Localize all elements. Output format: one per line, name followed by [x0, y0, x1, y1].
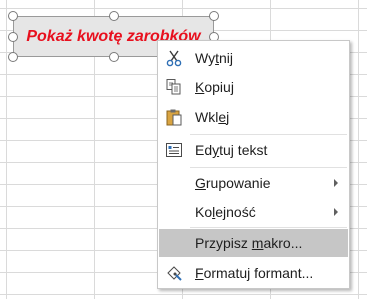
menu-item-format-control[interactable]: Formatuj formant...	[159, 259, 348, 287]
resize-handle-top-left[interactable]	[8, 11, 18, 21]
submenu-arrow-icon	[334, 179, 338, 187]
submenu-arrow-icon	[334, 208, 338, 216]
menu-item-format-control-label: Formatuj formant...	[195, 265, 314, 281]
resize-handle-top-center[interactable]	[109, 11, 119, 21]
menu-item-assign-macro[interactable]: Przypisz makro...	[159, 229, 348, 257]
menu-item-grouping[interactable]: Grupowanie	[159, 169, 348, 197]
menu-item-paste[interactable]: Wklej	[159, 103, 348, 131]
resize-handle-top-right[interactable]	[209, 11, 219, 21]
copy-icon	[163, 77, 185, 97]
menu-separator	[190, 134, 347, 135]
menu-item-grouping-label: Grupowanie	[195, 175, 271, 191]
context-menu: Wytnij Kopiuj Wklej Edytuj tekst Grupowa…	[157, 40, 350, 289]
menu-separator	[190, 227, 347, 228]
menu-item-assign-macro-label: Przypisz makro...	[195, 235, 303, 251]
menu-item-copy[interactable]: Kopiuj	[159, 73, 348, 101]
resize-handle-middle-left[interactable]	[8, 32, 18, 42]
menu-item-cut[interactable]: Wytnij	[159, 44, 348, 72]
format-control-icon	[163, 263, 185, 283]
menu-item-cut-label: Wytnij	[195, 50, 233, 66]
menu-item-copy-label: Kopiuj	[195, 79, 234, 95]
scissors-icon	[163, 48, 185, 68]
edit-text-icon	[163, 140, 185, 160]
menu-item-edit-text[interactable]: Edytuj tekst	[159, 136, 348, 164]
menu-item-order[interactable]: Kolejność	[159, 198, 348, 226]
menu-separator	[190, 167, 347, 168]
menu-item-order-label: Kolejność	[195, 204, 256, 220]
paste-icon	[163, 107, 185, 127]
menu-item-paste-label: Wklej	[195, 109, 230, 125]
menu-item-edit-text-label: Edytuj tekst	[195, 142, 268, 158]
resize-handle-bottom-left[interactable]	[8, 52, 18, 62]
resize-handle-bottom-center[interactable]	[109, 52, 119, 62]
